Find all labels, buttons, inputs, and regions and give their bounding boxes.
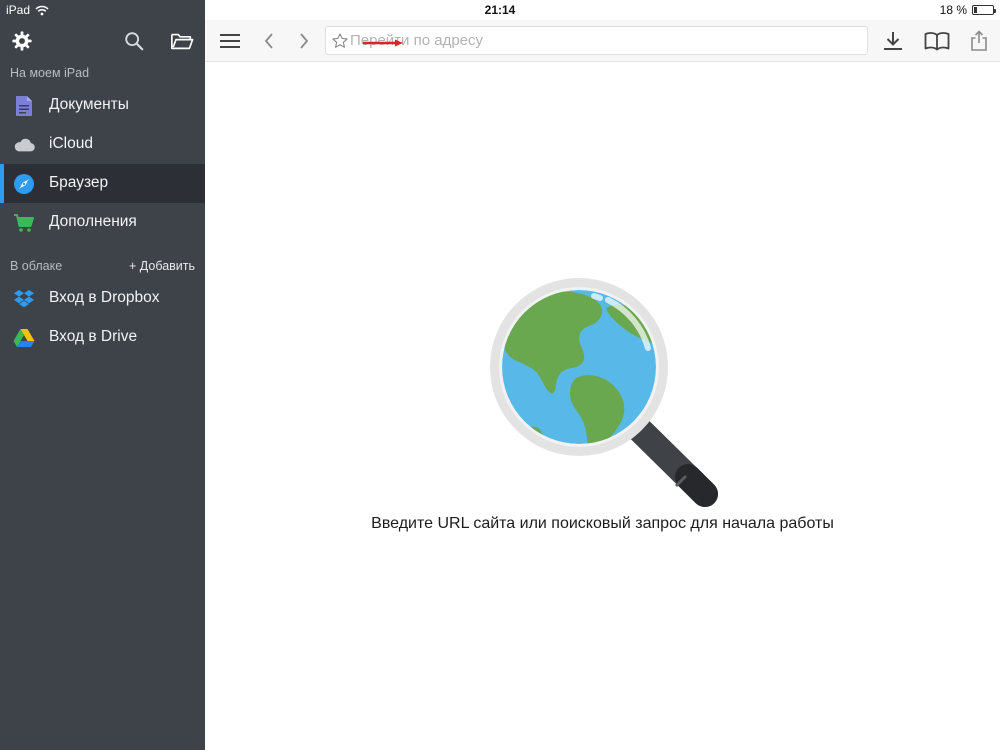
section-label-cloud: В облаке bbox=[10, 259, 63, 273]
status-bar: iPad 21:14 18 % bbox=[0, 0, 1000, 20]
empty-state-message: Введите URL сайта или поисковый запрос д… bbox=[371, 515, 834, 532]
browser-toolbar bbox=[205, 20, 1000, 62]
forward-button[interactable] bbox=[291, 28, 317, 54]
back-button[interactable] bbox=[256, 28, 282, 54]
settings-button[interactable] bbox=[9, 28, 35, 54]
sidebar-item-label: Браузер bbox=[49, 174, 109, 191]
share-icon bbox=[971, 30, 987, 51]
cloud-icon bbox=[13, 134, 35, 156]
sidebar-search-button[interactable] bbox=[121, 28, 147, 54]
red-arrow-annotation bbox=[363, 39, 403, 47]
sidebar-item-label: Документы bbox=[49, 96, 129, 113]
dropbox-icon bbox=[13, 288, 35, 310]
sidebar-item-label: Вход в Dropbox bbox=[49, 289, 160, 306]
sidebar-item-addons[interactable]: Дополнения bbox=[0, 203, 205, 242]
address-bar[interactable] bbox=[325, 26, 868, 55]
search-icon bbox=[125, 32, 144, 51]
menu-button[interactable] bbox=[217, 28, 243, 54]
cart-icon bbox=[13, 212, 35, 234]
battery-percent: 18 % bbox=[939, 3, 967, 17]
bookmarks-icon bbox=[924, 32, 950, 51]
sidebar-item-dropbox[interactable]: Вход в Dropbox bbox=[0, 279, 205, 318]
sidebar-item-drive[interactable]: Вход в Drive bbox=[0, 318, 205, 357]
sidebar-item-label: Дополнения bbox=[49, 213, 137, 230]
sidebar-toolbar bbox=[0, 20, 205, 62]
sidebar-item-icloud[interactable]: iCloud bbox=[0, 125, 205, 164]
sidebar: На моем iPad Документы iCloud Браузер До… bbox=[0, 0, 205, 750]
url-input[interactable] bbox=[350, 27, 860, 54]
drive-icon bbox=[13, 327, 35, 349]
bookmark-star-button[interactable] bbox=[331, 32, 349, 55]
sidebar-item-label: Вход в Drive bbox=[49, 328, 138, 345]
globe-search-illustration bbox=[490, 278, 718, 507]
downloads-button[interactable] bbox=[880, 28, 906, 54]
add-cloud-button[interactable]: + Добавить bbox=[129, 259, 195, 273]
document-icon bbox=[13, 95, 35, 117]
battery-icon bbox=[972, 5, 996, 15]
star-icon bbox=[332, 33, 348, 48]
sidebar-item-label: iCloud bbox=[49, 135, 93, 152]
battery-fill bbox=[974, 7, 978, 13]
compass-icon bbox=[13, 173, 35, 195]
section-label-local: На моем iPad bbox=[10, 66, 90, 80]
share-button[interactable] bbox=[966, 28, 992, 54]
menu-icon bbox=[220, 34, 240, 48]
sidebar-item-browser[interactable]: Браузер bbox=[0, 164, 205, 203]
status-bar-right: 18 % bbox=[939, 3, 996, 17]
status-bar-time: 21:14 bbox=[484, 3, 516, 17]
sidebar-item-documents[interactable]: Документы bbox=[0, 86, 205, 125]
folder-icon bbox=[171, 33, 194, 50]
back-icon bbox=[264, 33, 273, 49]
bookmarks-button[interactable] bbox=[924, 28, 950, 54]
magnifier-handle bbox=[625, 415, 718, 507]
download-icon bbox=[884, 32, 902, 50]
forward-icon bbox=[300, 33, 309, 49]
gear-icon bbox=[12, 31, 32, 51]
open-folder-button[interactable] bbox=[169, 28, 195, 54]
